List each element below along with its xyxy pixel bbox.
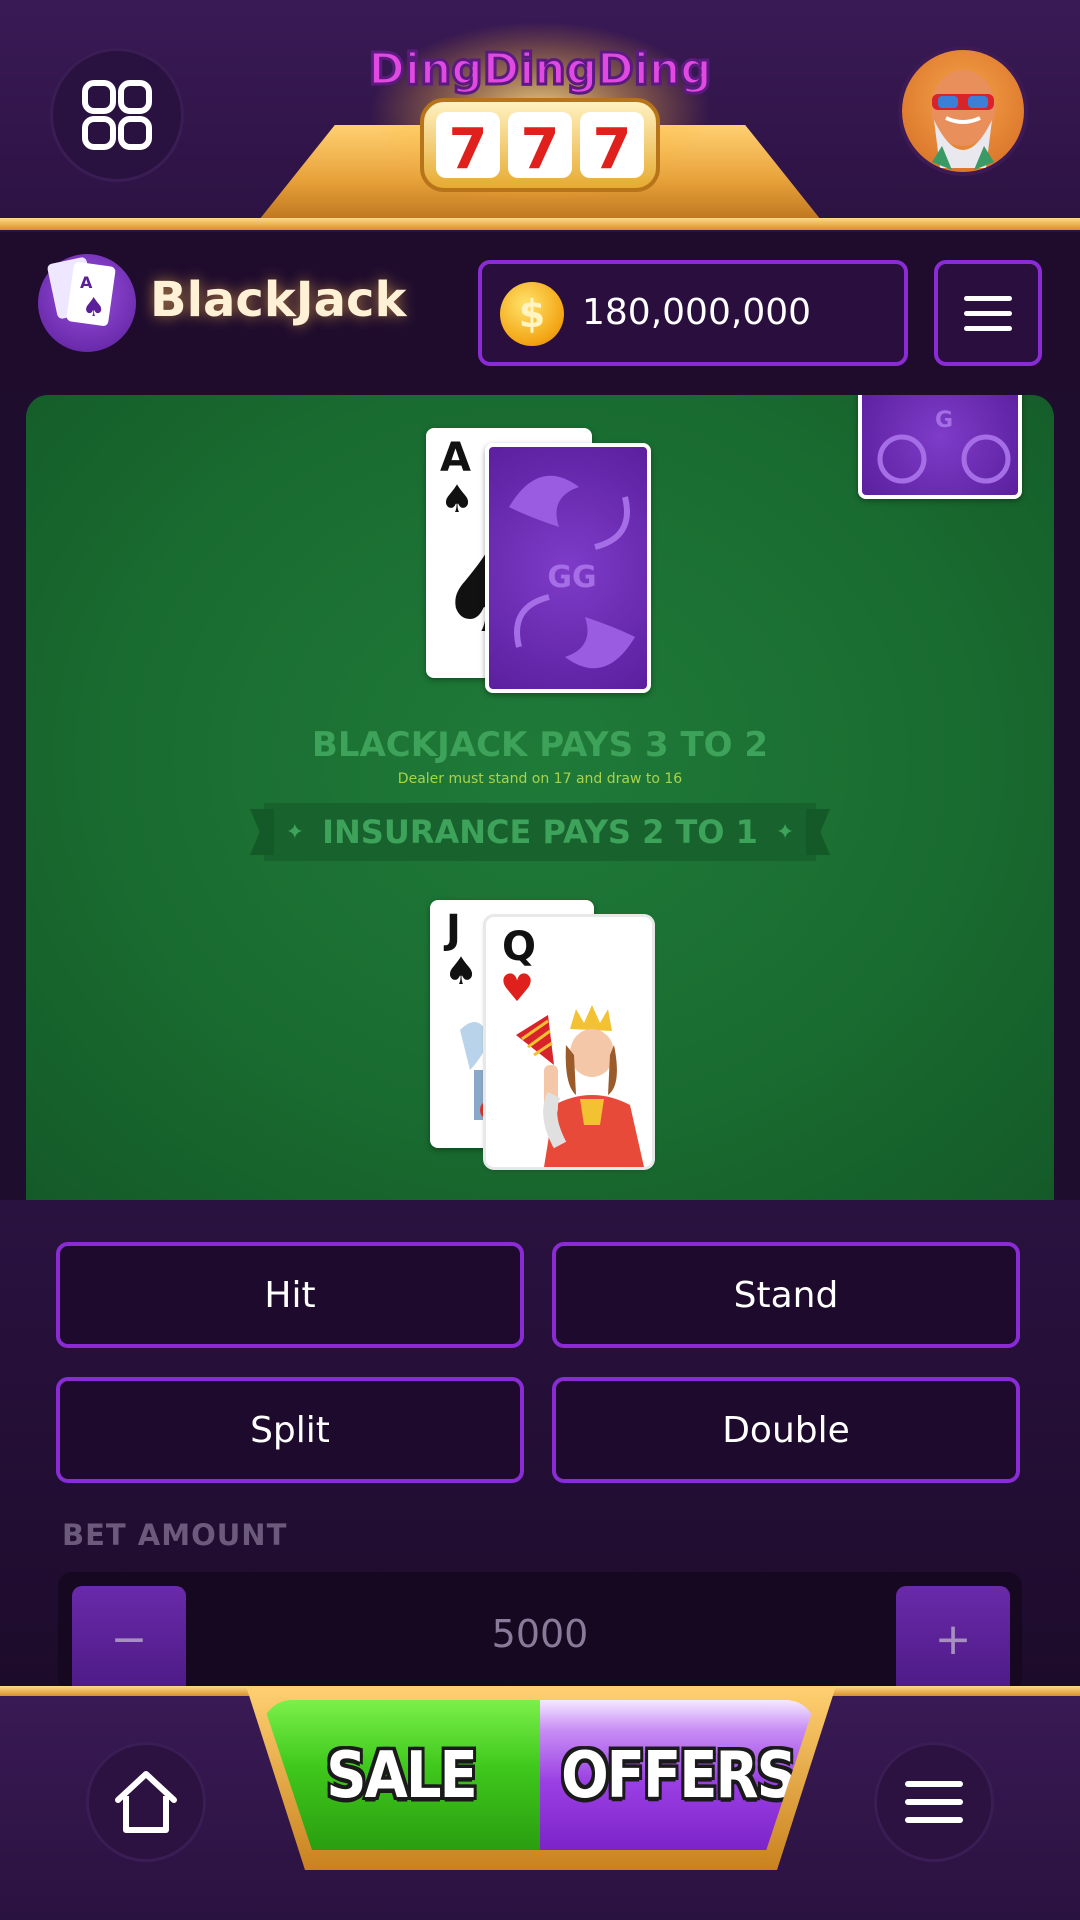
blackjack-payout-text: BLACKJACK PAYS 3 TO 2	[311, 725, 769, 765]
hamburger-icon	[905, 1781, 963, 1823]
balance-display[interactable]: $ 180,000,000	[478, 260, 908, 366]
bet-amount-value[interactable]: 5000	[58, 1612, 1022, 1656]
controls-panel: Hit Stand Split Double BET AMOUNT − 5000…	[0, 1200, 1080, 1692]
increase-bet-button[interactable]: +	[896, 1586, 1010, 1692]
star-icon: ✦	[285, 819, 305, 845]
card-rank: Q	[502, 924, 537, 970]
top-bar-divider	[0, 218, 1080, 230]
split-button[interactable]: Split	[56, 1377, 524, 1483]
logo-text: DingDingDing	[370, 44, 710, 95]
player-card-queen-hearts: Q ♥	[486, 917, 652, 1167]
insurance-ribbon: ✦ INSURANCE PAYS 2 TO 1 ✦	[264, 803, 816, 861]
logo-reel-2: 7	[521, 117, 560, 182]
top-bar: DingDingDing 7 7 7	[0, 0, 1080, 232]
offers-label: OFFERS	[561, 1737, 797, 1813]
deck-card-back: G	[858, 395, 1022, 499]
card-back-pattern-icon: G	[877, 408, 1011, 484]
home-icon	[115, 1771, 177, 1833]
hit-button[interactable]: Hit	[56, 1242, 524, 1348]
queen-figure-icon	[516, 1005, 644, 1167]
card-rank: A	[440, 435, 471, 481]
wizard-avatar-icon	[931, 70, 995, 170]
star-icon: ✦	[775, 819, 795, 845]
stand-button[interactable]: Stand	[552, 1242, 1020, 1348]
game-header: A ♠ BlackJack $ 180,000,000	[0, 232, 1080, 392]
home-button[interactable]	[86, 1742, 206, 1862]
svg-text:♠: ♠	[82, 293, 105, 323]
insurance-payout-text: INSURANCE PAYS 2 TO 1	[322, 813, 758, 851]
svg-text:G: G	[935, 408, 953, 433]
main-menu-button[interactable]	[874, 1742, 994, 1862]
balance-amount: 180,000,000	[582, 292, 812, 333]
spade-icon: ♠	[440, 477, 475, 521]
double-button[interactable]: Double	[552, 1377, 1020, 1483]
spade-icon: ♠	[444, 949, 479, 993]
dealer-rule-text: Dealer must stand on 17 and draw to 16	[397, 771, 683, 787]
avatar[interactable]	[902, 50, 1024, 172]
hamburger-icon	[964, 295, 1012, 301]
logo-reel-3: 7	[593, 117, 632, 182]
svg-text:A: A	[80, 273, 93, 292]
cards-icon: A ♠	[47, 257, 116, 326]
bet-amount-label: BET AMOUNT	[62, 1518, 288, 1552]
card-back-pattern-icon: GG	[509, 475, 635, 669]
bet-amount-stepper: − 5000 +	[58, 1572, 1022, 1692]
svg-text:GG: GG	[547, 560, 596, 595]
sale-label: SALE	[326, 1737, 478, 1813]
blackjack-table: G A ♠ ♠ GG BLACKJACK PAYS 3 TO 2 Dealer …	[26, 395, 1054, 1200]
blackjack-game-icon: A ♠	[38, 254, 136, 352]
bottom-nav: SALE OFFERS	[0, 1686, 1080, 1920]
game-menu-button[interactable]	[934, 260, 1042, 366]
apps-grid-button[interactable]	[50, 48, 184, 182]
dingdingding-logo[interactable]: DingDingDing 7 7 7	[370, 22, 710, 202]
logo-reel-1: 7	[449, 117, 488, 182]
grid-icon	[82, 80, 152, 150]
coin-icon: $	[500, 282, 564, 346]
game-title: BlackJack	[150, 272, 407, 328]
dealer-card-face-down: GG	[485, 443, 651, 693]
card-rank: J	[446, 907, 461, 953]
